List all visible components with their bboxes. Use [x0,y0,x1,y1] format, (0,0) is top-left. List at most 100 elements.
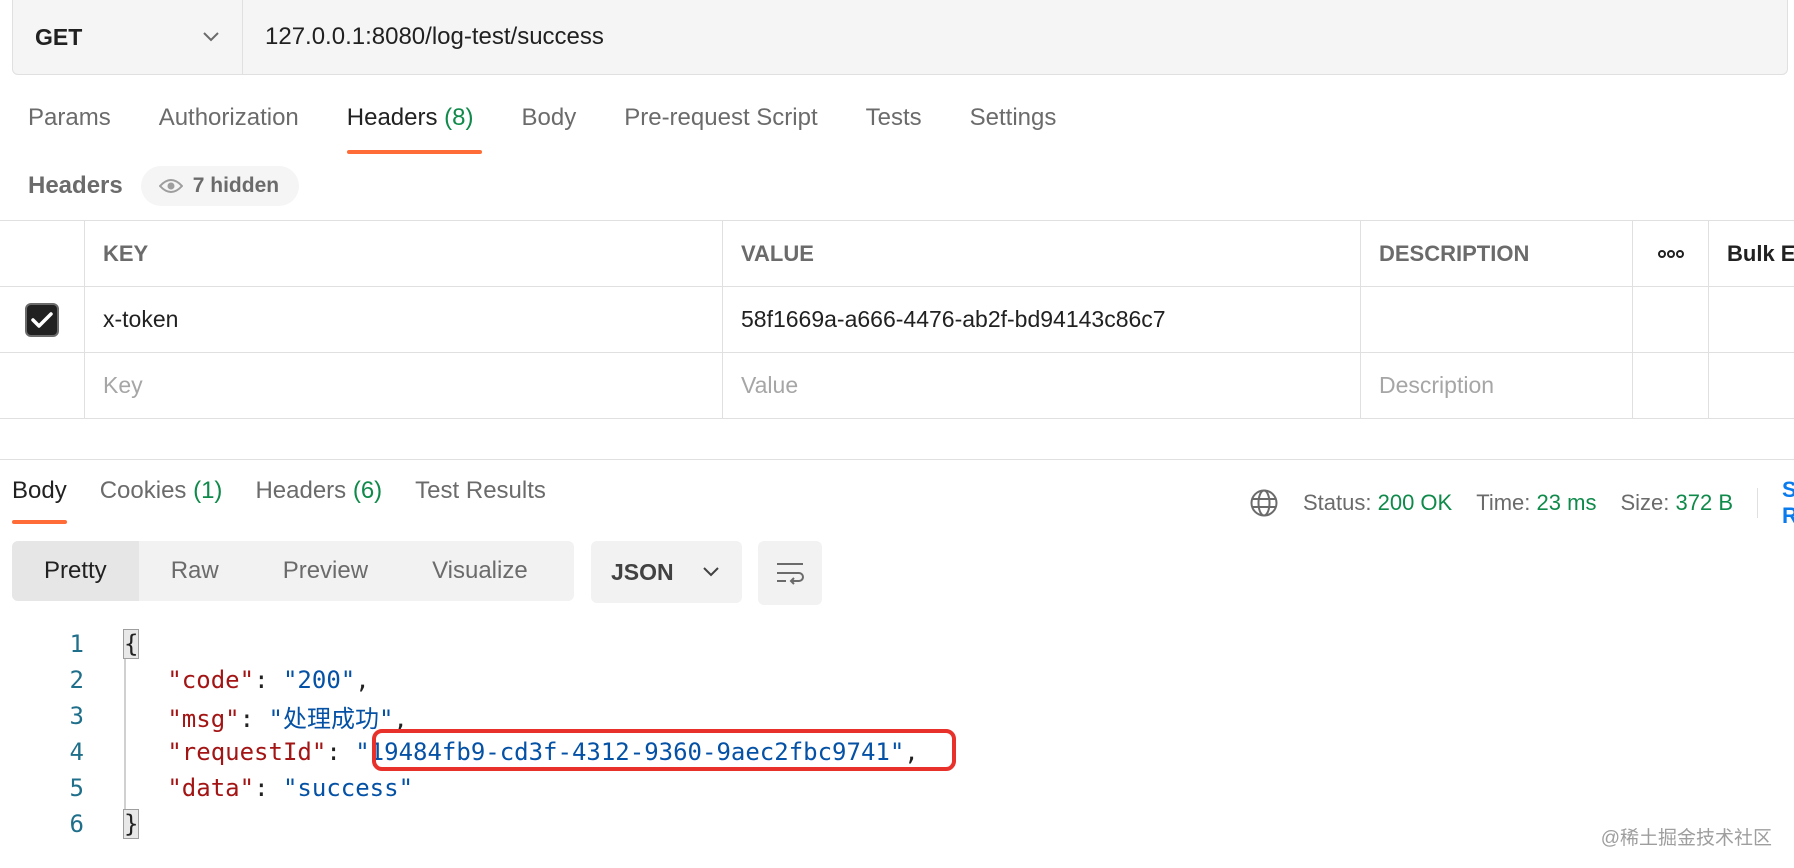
json-key: "code" [167,666,255,694]
wrap-lines-button[interactable] [758,541,822,605]
bulk-edit-button[interactable]: Bulk Edit [1709,221,1794,286]
json-value: "处理成功" [268,704,394,733]
tab-label: Headers [255,477,347,504]
tab-count: (8) [444,104,474,131]
method-label: GET [35,23,83,50]
new-key-input[interactable]: Key [85,353,723,418]
url-input[interactable]: 127.0.0.1:8080/log-test/success [243,0,1787,74]
tab-label: Headers [346,104,438,131]
method-select[interactable]: GET [13,0,243,74]
row-checkbox[interactable] [25,302,59,337]
more-options-button[interactable] [1633,221,1709,286]
tab-label: Test Results [415,477,546,504]
eye-icon [158,179,183,193]
new-value-input[interactable]: Value [723,353,1361,418]
globe-icon[interactable] [1249,488,1279,518]
tab-params[interactable]: Params [28,104,111,154]
json-value: "200" [282,666,356,694]
tab-label: Body [521,104,577,131]
request-url-bar: GET 127.0.0.1:8080/log-test/success [12,0,1788,75]
tab-body[interactable]: Body [522,104,577,154]
tab-label: Cookies [99,477,187,504]
code-text: { [122,629,140,659]
header-value-input[interactable]: 58f1669a-a666-4476-ab2f-bd94143c86c7 [723,287,1361,352]
chevron-down-icon [703,567,719,577]
request-id-highlight-box [372,729,956,771]
tab-headers[interactable]: Headers (8) [346,104,482,154]
save-response-button[interactable]: Save Response [1782,477,1794,529]
tab-test-results[interactable]: Test Results [415,477,546,523]
status-info[interactable]: Status: 200 OK [1303,490,1452,516]
time-info[interactable]: Time: 23 ms [1476,490,1596,516]
size-value: 372 B [1675,490,1734,515]
empty-cell [1633,287,1709,352]
new-description-input[interactable]: Description [1361,353,1633,418]
view-visualize[interactable]: Visualize [400,541,560,601]
close-brace: } [122,809,140,839]
line-number: 1 [69,630,84,658]
header-checkbox-col [0,221,85,286]
open-brace: { [122,629,140,659]
headers-label: Headers [28,172,123,199]
headers-table: KEY VALUE DESCRIPTION Bulk Edit x-token … [0,220,1794,419]
tab-response-body[interactable]: Body [12,477,67,524]
view-preview[interactable]: Preview [251,541,400,601]
format-select[interactable]: JSON [591,541,742,603]
view-mode-group: Pretty Raw Preview Visualize [12,541,574,601]
table-row-new: Key Value Description [0,353,1794,419]
header-description-input[interactable] [1361,287,1633,352]
tab-label: Tests [865,104,922,131]
code-text: } [122,809,140,839]
row-checkbox-cell [0,287,85,352]
column-description: DESCRIPTION [1361,221,1633,286]
header-key-input[interactable]: x-token [85,287,723,352]
tab-count: (6) [352,477,383,504]
time-value: 23 ms [1536,490,1597,515]
column-value: VALUE [723,221,1361,286]
url-text: 127.0.0.1:8080/log-test/success [265,23,604,50]
tab-label: Params [28,104,111,131]
table-row: x-token 58f1669a-a666-4476-ab2f-bd94143c… [0,287,1794,353]
empty-cell [1633,353,1709,418]
size-label: Size: [1620,490,1670,515]
more-dots-icon [1657,249,1684,258]
status-value: 200 OK [1377,490,1453,515]
status-separator [1757,488,1758,518]
tab-response-headers[interactable]: Headers (6) [255,477,382,523]
pane-divider[interactable] [0,459,1794,460]
json-comma: , [355,666,370,694]
tab-label: Authorization [158,104,299,131]
tab-settings[interactable]: Settings [970,104,1057,154]
empty-checkbox-cell [0,353,85,418]
empty-cell [1709,287,1794,352]
request-tabs: Params Authorization Headers (8) Body Pr… [28,104,1056,154]
line-number: 2 [69,666,84,694]
json-key: "requestId" [167,738,327,766]
empty-cell [1709,353,1794,418]
check-icon [31,311,53,328]
wrap-lines-icon [777,563,804,585]
headers-subheader: Headers 7 hidden [28,166,300,206]
tab-authorization[interactable]: Authorization [159,104,299,154]
tab-cookies[interactable]: Cookies (1) [100,477,223,523]
tab-tests[interactable]: Tests [866,104,922,154]
hidden-count-label: 7 hidden [192,174,280,197]
table-header-row: KEY VALUE DESCRIPTION Bulk Edit [0,221,1794,287]
tab-label: Body [12,477,67,504]
time-label: Time: [1476,490,1531,515]
line-number: 3 [69,702,84,730]
json-value: "success" [282,774,414,802]
code-text: "msg": "处理成功", [167,704,408,733]
view-raw[interactable]: Raw [139,541,251,601]
tab-pre-request-script[interactable]: Pre-request Script [624,104,817,154]
response-status-bar: Status: 200 OK Time: 23 ms Size: 372 B S… [1249,477,1794,529]
format-label: JSON [611,558,674,585]
chevron-down-icon [203,32,219,42]
hidden-headers-toggle[interactable]: 7 hidden [140,166,300,206]
size-info[interactable]: Size: 372 B [1620,490,1733,516]
line-number: 6 [69,810,84,838]
tab-count: (1) [193,477,223,504]
view-pretty[interactable]: Pretty [12,541,139,601]
line-number: 4 [69,738,84,766]
line-number: 5 [69,774,84,802]
